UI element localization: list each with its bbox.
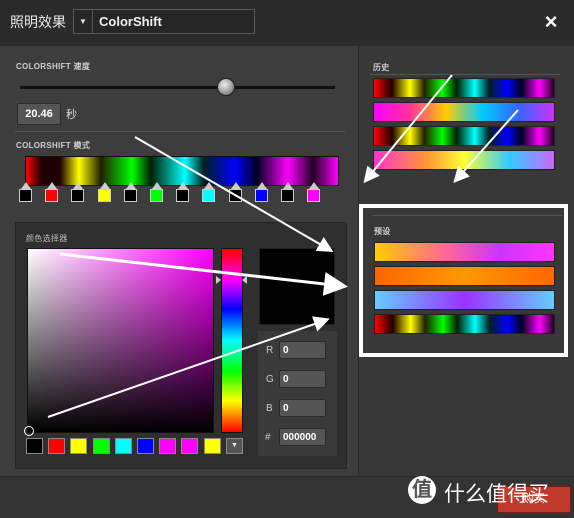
arrow-2 (453, 109, 519, 183)
arrow-3 (134, 136, 334, 253)
annotation-arrows (47, 74, 519, 418)
arrow-4 (59, 252, 348, 296)
arrow-1 (363, 74, 453, 184)
arrow-5 (47, 316, 330, 418)
